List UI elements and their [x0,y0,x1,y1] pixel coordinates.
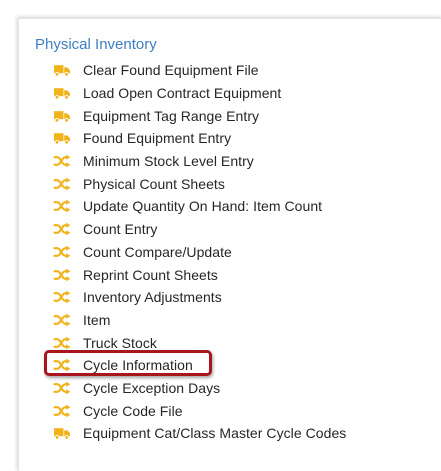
menu-item-cycle-information[interactable]: Cycle Information [53,354,346,377]
menu-item-label: Cycle Information [83,357,193,374]
menu-item-update-quantity-on-hand[interactable]: Update Quantity On Hand: Item Count [53,195,346,218]
menu-item-cycle-exception-days[interactable]: Cycle Exception Days [53,377,346,400]
shuffle-icon [53,290,71,304]
menu-item-cycle-code-file[interactable]: Cycle Code File [53,399,346,422]
menu-item-label: Minimum Stock Level Entry [83,153,254,170]
truck-icon [53,109,71,123]
physical-inventory-panel: Physical Inventory Clear Found Equipment… [18,18,441,471]
menu-item-label: Update Quantity On Hand: Item Count [83,198,323,215]
truck-icon [53,86,71,100]
menu-item-physical-count-sheets[interactable]: Physical Count Sheets [53,172,346,195]
menu-item-label: Reprint Count Sheets [83,266,218,283]
menu-item-label: Item [83,311,111,328]
menu-item-label: Load Open Contract Equipment [83,85,282,102]
menu-item-clear-found-equipment-file[interactable]: Clear Found Equipment File [53,59,346,82]
shuffle-icon [53,154,71,168]
shuffle-icon [53,313,71,327]
menu-item-truck-stock[interactable]: Truck Stock [53,331,346,354]
shuffle-icon [53,245,71,259]
menu-item-equipment-tag-range-entry[interactable]: Equipment Tag Range Entry [53,104,346,127]
menu-item-label: Count Compare/Update [83,243,232,260]
menu-item-label: Inventory Adjustments [83,289,222,306]
menu-item-minimum-stock-level-entry[interactable]: Minimum Stock Level Entry [53,150,346,173]
menu-item-count-entry[interactable]: Count Entry [53,218,346,241]
menu-item-label: Truck Stock [83,334,157,351]
menu-item-label: Equipment Cat/Class Master Cycle Codes [83,425,347,442]
shuffle-icon [53,381,71,395]
menu-item-found-equipment-entry[interactable]: Found Equipment Entry [53,127,346,150]
truck-icon [53,63,71,77]
menu-item-load-open-contract-equipment[interactable]: Load Open Contract Equipment [53,82,346,105]
shuffle-icon [53,177,71,191]
menu-item-label: Found Equipment Entry [83,130,232,147]
menu-item-count-compare-update[interactable]: Count Compare/Update [53,241,346,264]
shuffle-icon [53,358,71,372]
menu-item-label: Clear Found Equipment File [83,62,259,79]
menu-item-reprint-count-sheets[interactable]: Reprint Count Sheets [53,263,346,286]
menu-item-label: Cycle Code File [83,402,183,419]
truck-icon [53,131,71,146]
shuffle-icon [53,404,71,418]
menu-item-equipment-cat-class-master-cycle-codes[interactable]: Equipment Cat/Class Master Cycle Codes [53,422,346,445]
section-title: Physical Inventory [35,36,157,53]
menu-item-label: Physical Count Sheets [83,175,225,192]
menu-item-inventory-adjustments[interactable]: Inventory Adjustments [53,286,346,309]
shuffle-icon [53,222,71,236]
menu-item-label: Count Entry [83,221,158,238]
menu-item-item[interactable]: Item [53,309,346,332]
menu-item-label: Cycle Exception Days [83,379,221,396]
shuffle-icon [53,336,71,350]
shuffle-icon [53,199,71,213]
shuffle-icon [53,268,71,282]
truck-icon [53,426,71,440]
menu-list: Clear Found Equipment File Load Open Con… [53,59,346,445]
menu-item-label: Equipment Tag Range Entry [83,107,260,124]
